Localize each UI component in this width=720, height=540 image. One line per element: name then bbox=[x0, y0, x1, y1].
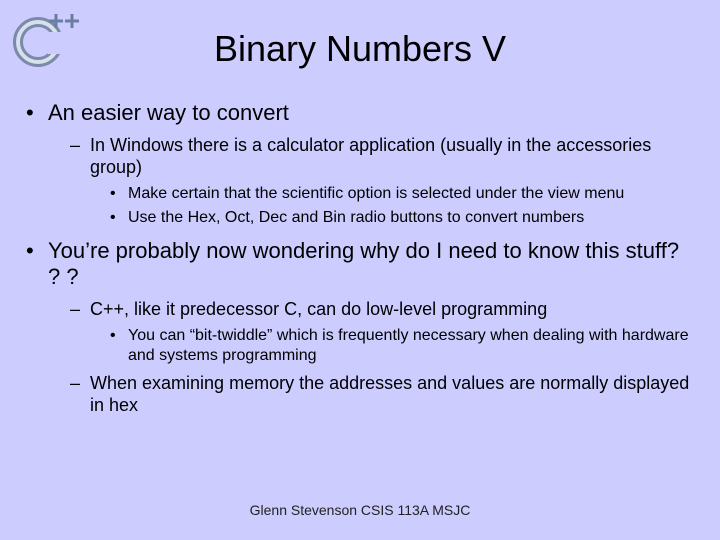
cpp-logo-icon bbox=[10, 8, 80, 68]
bullet-l3: You can “bit-twiddle” which is frequentl… bbox=[128, 326, 694, 366]
slide-title: Binary Numbers V bbox=[0, 0, 720, 100]
bullet-l2: C++, like it predecessor C, can do low-l… bbox=[90, 298, 547, 320]
slide-footer: Glenn Stevenson CSIS 113A MSJC bbox=[0, 502, 720, 518]
bullet-icon: • bbox=[26, 238, 48, 264]
bullet-icon: • bbox=[110, 326, 128, 346]
bullet-l3: Use the Hex, Oct, Dec and Bin radio butt… bbox=[128, 208, 584, 228]
bullet-l1: You’re probably now wondering why do I n… bbox=[48, 238, 694, 290]
dash-icon: – bbox=[70, 298, 90, 320]
dash-icon: – bbox=[70, 372, 90, 394]
bullet-icon: • bbox=[110, 208, 128, 228]
bullet-l1: An easier way to convert bbox=[48, 100, 289, 126]
bullet-l2: In Windows there is a calculator applica… bbox=[90, 134, 694, 178]
bullet-icon: • bbox=[26, 100, 48, 126]
dash-icon: – bbox=[70, 134, 90, 156]
bullet-l2: When examining memory the addresses and … bbox=[90, 372, 694, 416]
bullet-l3: Make certain that the scientific option … bbox=[128, 184, 624, 204]
bullet-icon: • bbox=[110, 184, 128, 204]
slide-body: • An easier way to convert – In Windows … bbox=[0, 100, 720, 416]
